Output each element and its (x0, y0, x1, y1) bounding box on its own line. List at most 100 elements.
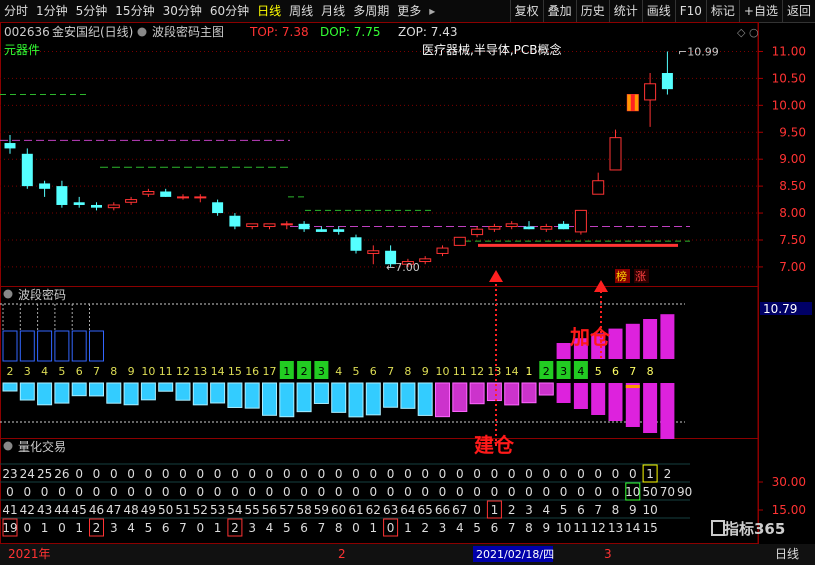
concept-label: 医疗器械,半导体,PCB概念 (422, 42, 561, 57)
tab-4[interactable]: 30分钟 (159, 0, 206, 22)
tab-0[interactable]: 分时 (0, 0, 32, 22)
band-lower-bar (106, 382, 122, 404)
candle-body (315, 229, 327, 232)
band-counter: 13 (487, 365, 501, 378)
action-button-5[interactable]: F10 (674, 0, 706, 22)
quant-cell: 0 (283, 467, 291, 481)
candle-body (436, 247, 449, 254)
sector-label: 元器件 (4, 43, 40, 57)
quant-cell: 65 (418, 503, 433, 517)
action-button-0[interactable]: 复权 (509, 0, 543, 22)
candle-body (125, 199, 138, 203)
band-lower-bar (71, 382, 87, 397)
action-button-1[interactable]: 叠加 (542, 0, 576, 22)
quant-cell: 47 (106, 503, 121, 517)
quant-cell: 5 (145, 521, 153, 535)
quant-cell: 2 (664, 467, 672, 481)
quant-axis-label: 15.00 (772, 503, 806, 517)
band-menu-icon[interactable] (3, 289, 13, 299)
quant-cell: 51 (175, 503, 190, 517)
band-counter: 8 (110, 365, 117, 378)
quant-cell: 0 (145, 485, 153, 499)
indicator-menu-icon[interactable] (137, 27, 147, 37)
quant-cell: 0 (577, 467, 585, 481)
quant-cell: 0 (179, 467, 187, 481)
band-lower-bar (435, 382, 450, 418)
quant-cell: 58 (296, 503, 311, 517)
band-counter: 16 (245, 365, 259, 378)
tab-7[interactable]: 周线 (285, 0, 317, 22)
quant-cell: 60 (331, 503, 346, 517)
quant-cell: 4 (542, 503, 550, 517)
quant-cell: 0 (110, 467, 118, 481)
tab-10[interactable]: 更多 (393, 0, 425, 22)
quant-cell: 26 (54, 467, 69, 481)
quant-cell: 0 (352, 485, 360, 499)
quant-cell: 50 (642, 485, 657, 499)
action-button-2[interactable]: 历史 (575, 0, 609, 22)
quant-cell: 0 (75, 485, 83, 499)
tab-9[interactable]: 多周期 (349, 0, 393, 22)
quant-cell: 2 (508, 503, 516, 517)
candle-body (229, 215, 241, 227)
price-tick-label: 9.50 (779, 125, 806, 139)
quant-cell: 0 (6, 485, 14, 499)
quant-cell: 52 (193, 503, 208, 517)
quant-cell: 6 (162, 521, 170, 535)
quant-cell: 1 (646, 467, 654, 481)
quant-cell: 0 (214, 485, 222, 499)
band-lower-bar (140, 382, 156, 401)
quant-cell: 3 (248, 521, 256, 535)
quant-cell: 0 (300, 485, 308, 499)
quant-cell: 64 (400, 503, 415, 517)
quant-cell: 0 (421, 485, 429, 499)
band-lower-bar (538, 382, 554, 396)
quant-cell: 55 (245, 503, 260, 517)
quant-cell: 0 (560, 467, 568, 481)
quant-cell: 56 (262, 503, 277, 517)
band-lower-bar (123, 382, 139, 406)
band-upper-box (54, 330, 70, 362)
action-button-3[interactable]: 统计 (608, 0, 642, 22)
quant-cell: 7 (508, 521, 516, 535)
band-lower-bar (591, 383, 606, 415)
quant-cell: 24 (20, 467, 35, 481)
candle-body (107, 204, 120, 209)
stock-chart[interactable]: 11.00 10.50 10.00 9.50 9.00 8.50 8.00 7.50 7.00 0… (0, 22, 815, 565)
tab-2[interactable]: 5分钟 (72, 0, 112, 22)
band-lower-bar (643, 383, 658, 433)
quant-cell: 0 (283, 485, 291, 499)
tab-3[interactable]: 15分钟 (111, 0, 158, 22)
more-arrow-icon[interactable]: ▸ (425, 0, 439, 22)
quant-cell: 0 (612, 485, 620, 499)
quant-cell: 1 (491, 503, 499, 517)
badge-bang: 榜 (616, 269, 627, 283)
band-counter: 3 (318, 365, 325, 378)
band-counter: 5 (58, 365, 65, 378)
action-button-8[interactable]: 返回 (781, 0, 815, 22)
action-button-7[interactable]: +自选 (738, 0, 782, 22)
band-counter: 1 (526, 365, 533, 378)
candle-body (592, 180, 605, 195)
band-counter: 7 (387, 365, 394, 378)
candle-body (661, 73, 673, 90)
quant-cell: 0 (525, 467, 533, 481)
band-counter: 8 (404, 365, 411, 378)
tab-6[interactable]: 日线 (253, 0, 285, 22)
quant-cell: 5 (283, 521, 291, 535)
band-lower-bar (365, 382, 381, 416)
quant-cell: 10 (625, 485, 640, 499)
quant-menu-icon[interactable] (3, 441, 13, 451)
quant-cell: 0 (231, 485, 239, 499)
quant-cell: 1 (369, 521, 377, 535)
tab-1[interactable]: 1分钟 (32, 0, 72, 22)
quant-cell: 0 (196, 485, 204, 499)
band-orange-mark (625, 385, 640, 388)
quant-cell: 8 (335, 521, 343, 535)
quant-cell: 0 (542, 485, 550, 499)
tab-5[interactable]: 60分钟 (206, 0, 253, 22)
action-button-4[interactable]: 画线 (641, 0, 675, 22)
tab-8[interactable]: 月线 (317, 0, 349, 22)
band-lower-bar (262, 382, 277, 416)
action-button-6[interactable]: 标记 (705, 0, 739, 22)
